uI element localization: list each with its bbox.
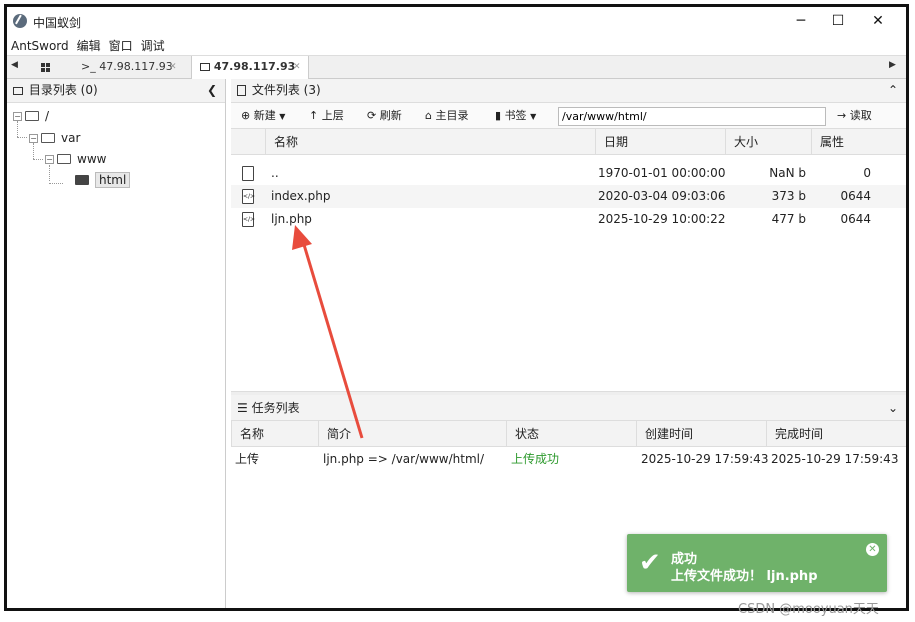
toast-message: 上传文件成功！ ljn.php (671, 569, 818, 584)
success-toast: ✔ 成功 上传文件成功！ ljn.php ✕ (627, 534, 887, 592)
toast-close-icon[interactable]: ✕ (866, 543, 879, 556)
watermark: CSDN @mooyuan天天 (738, 602, 879, 617)
annotation-arrow (292, 225, 364, 439)
check-icon: ✔ (639, 548, 661, 578)
